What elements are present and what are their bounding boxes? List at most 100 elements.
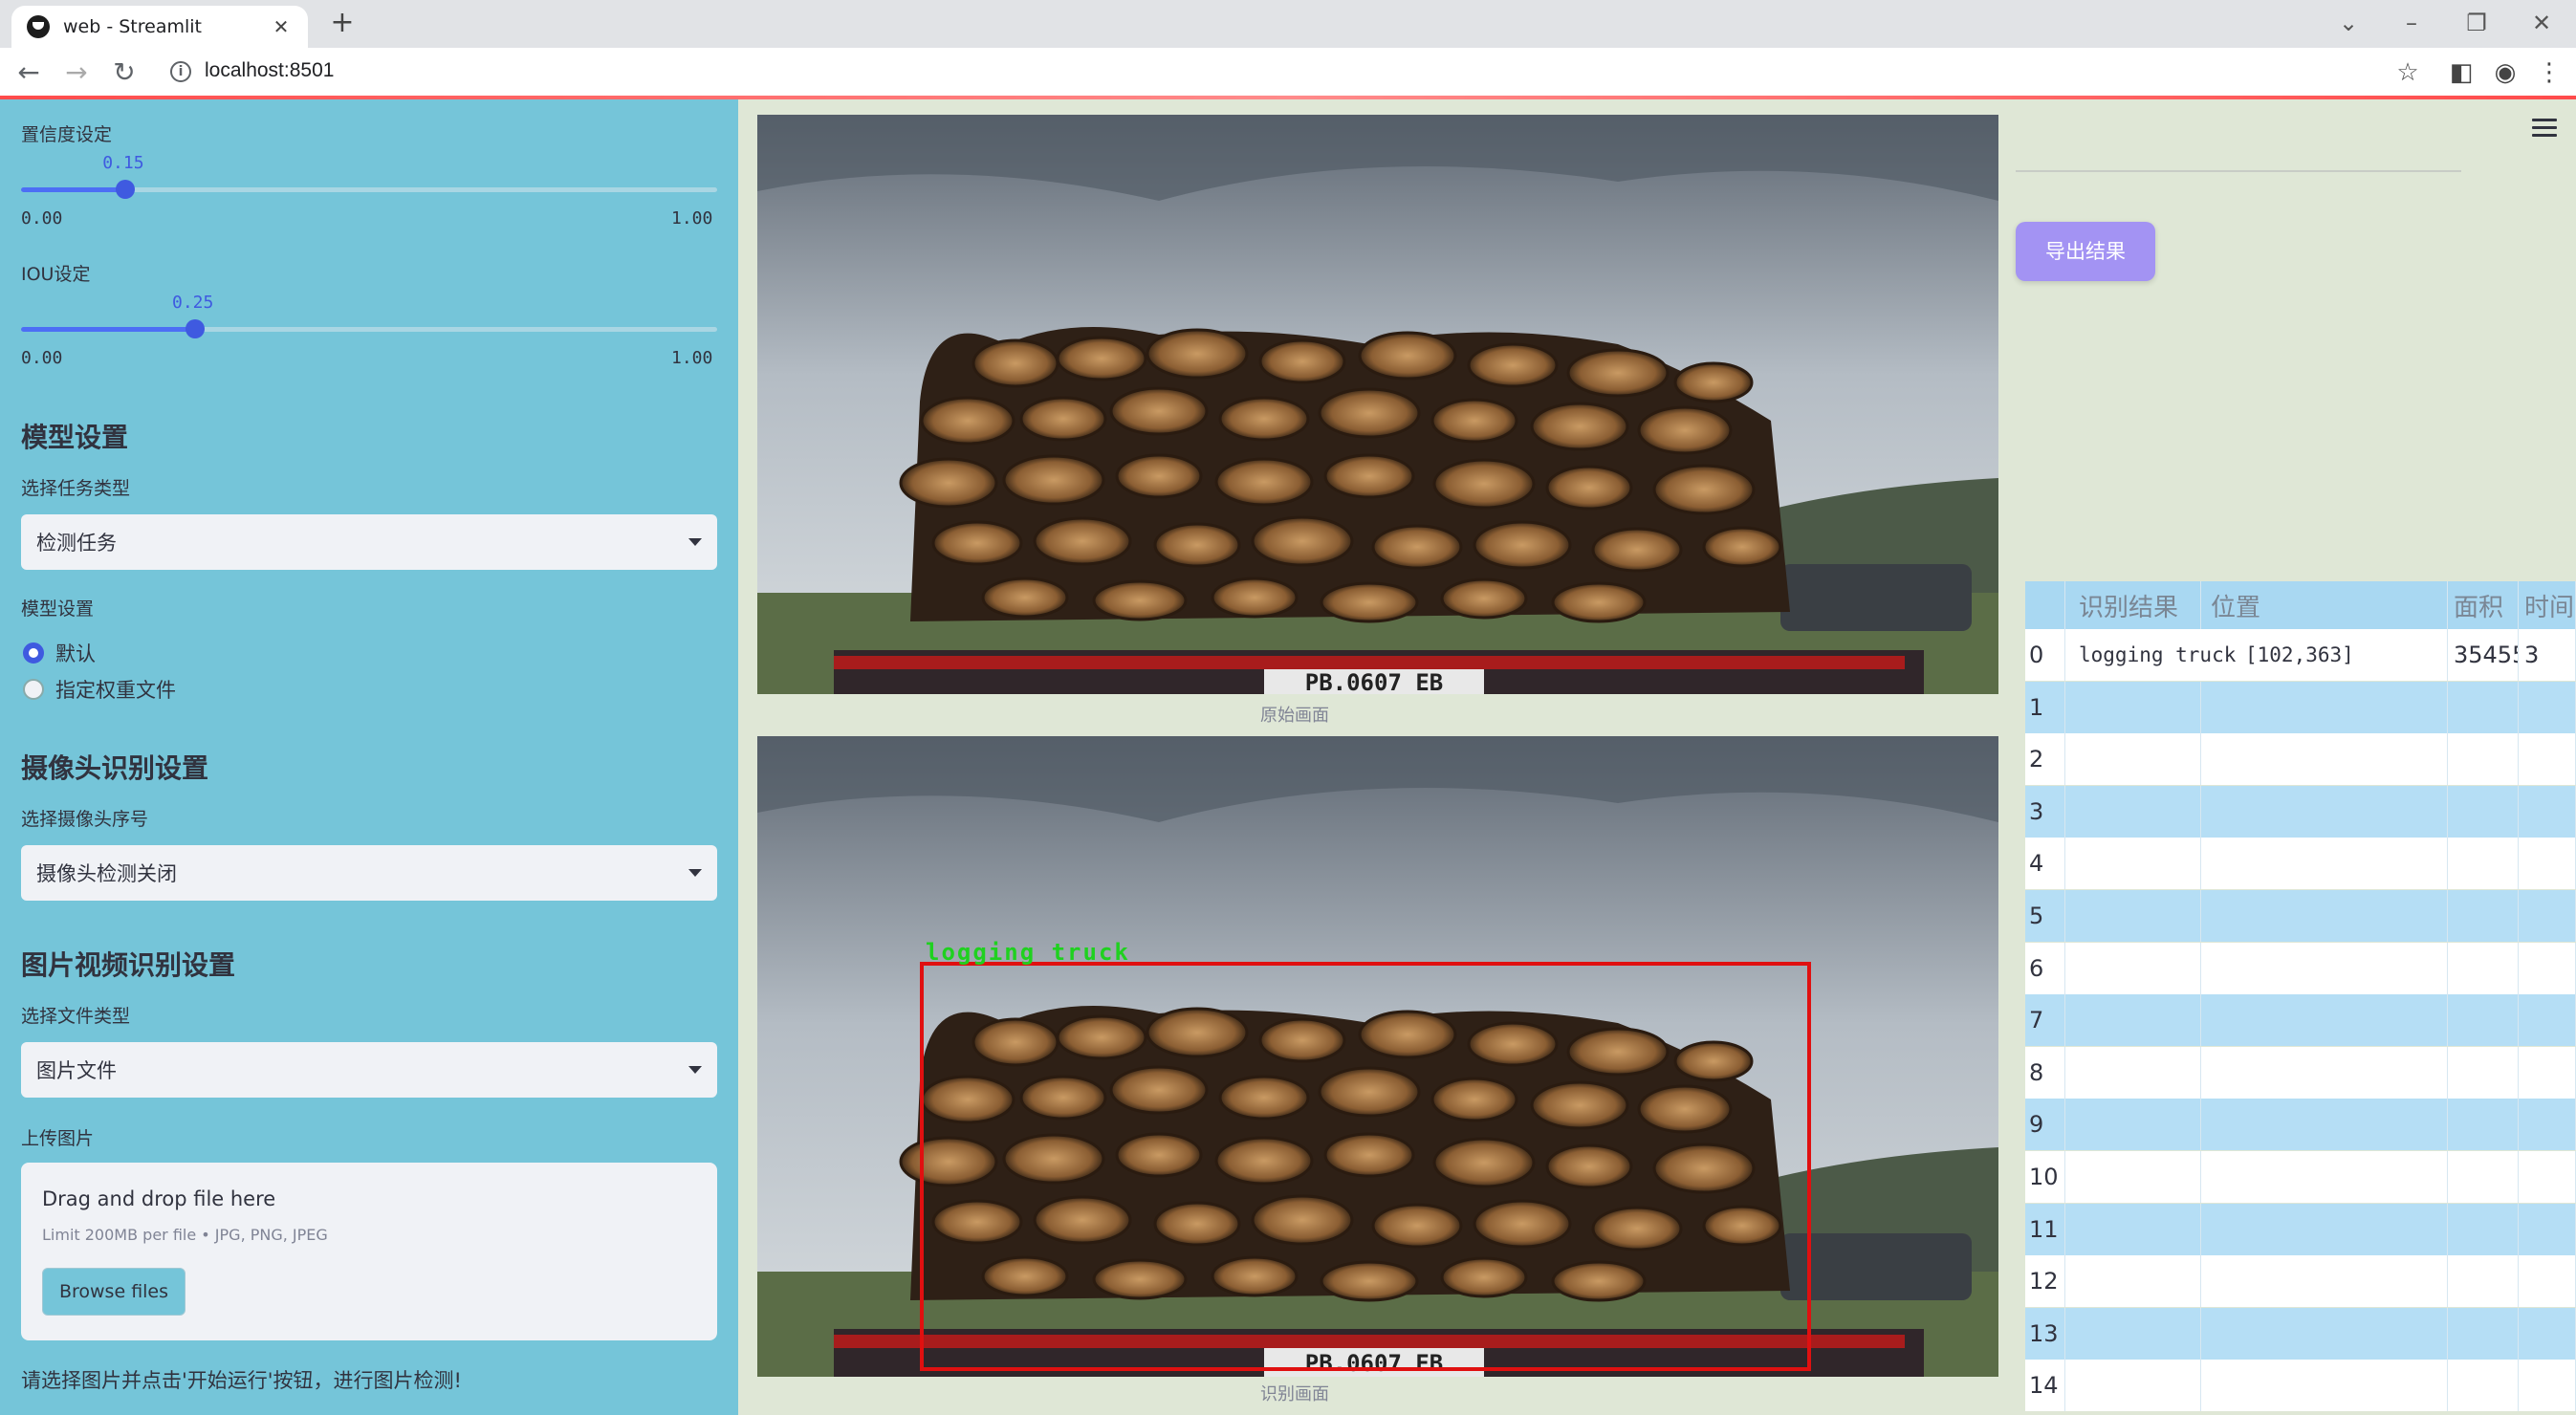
table-row[interactable]: 9 — [2025, 1099, 2576, 1151]
back-icon[interactable]: ← — [11, 55, 46, 90]
file-type-label: 选择文件类型 — [21, 1006, 131, 1027]
browser-menu-icon[interactable]: ⋮ — [2532, 55, 2566, 90]
table-row[interactable]: 1 — [2025, 681, 2576, 733]
minimize-icon[interactable]: – — [2392, 6, 2431, 40]
hamburger-menu-icon[interactable] — [2532, 119, 2557, 140]
table-cell-index: 0 — [2025, 629, 2065, 681]
file-type-select[interactable]: 图片文件 — [21, 1042, 717, 1098]
table-cell-index: 5 — [2025, 890, 2065, 942]
tab-search-chevron-icon[interactable]: ⌄ — [2329, 6, 2368, 40]
table-cell-time — [2519, 890, 2576, 942]
forward-icon[interactable]: → — [59, 55, 94, 90]
close-tab-icon[interactable]: ✕ — [270, 15, 293, 38]
profile-avatar-icon[interactable]: ◉ — [2488, 55, 2522, 90]
table-cell-result — [2065, 1203, 2201, 1255]
table-row[interactable]: 10 — [2025, 1151, 2576, 1203]
confidence-slider-thumb[interactable] — [116, 180, 136, 199]
result-caption: 识别画面 — [1260, 1384, 1329, 1404]
table-cell-result — [2065, 890, 2201, 942]
table-cell-index: 3 — [2025, 785, 2065, 838]
table-row[interactable]: 12 — [2025, 1255, 2576, 1308]
table-cell-index: 8 — [2025, 1046, 2065, 1099]
bookmark-star-icon[interactable]: ☆ — [2390, 55, 2425, 90]
export-results-button[interactable]: 导出结果 — [2016, 222, 2155, 281]
site-info-icon[interactable]: i — [170, 61, 191, 82]
table-cell-time — [2519, 1307, 2576, 1360]
file-uploader-dropzone[interactable]: Drag and drop file here Limit 200MB per … — [21, 1163, 717, 1340]
table-cell-position — [2201, 1099, 2448, 1151]
table-cell-position — [2201, 994, 2448, 1047]
table-cell-index: 9 — [2025, 1099, 2065, 1151]
reload-icon[interactable]: ↻ — [107, 55, 142, 90]
iou-slider-thumb[interactable] — [186, 319, 205, 338]
browser-tab-bar: web - Streamlit ✕ + ⌄ – ❐ ✕ — [0, 0, 2576, 48]
chevron-down-icon — [688, 538, 702, 546]
table-header-time[interactable]: 时间 — [2519, 581, 2576, 629]
table-row[interactable]: 7 — [2025, 994, 2576, 1047]
radio-custom-weights-label: 指定权重文件 — [55, 679, 176, 702]
table-cell-position — [2201, 1360, 2448, 1412]
chevron-down-icon — [688, 1066, 702, 1074]
result-image: PB.0607 EB — [757, 736, 1998, 1377]
table-row[interactable]: 6 — [2025, 942, 2576, 994]
table-header-row: 识别结果 位置 面积 时间 — [2025, 581, 2576, 629]
chevron-down-icon — [688, 869, 702, 877]
table-cell-index: 2 — [2025, 733, 2065, 786]
table-cell-area — [2448, 1099, 2519, 1151]
radio-custom-weights[interactable]: 指定权重文件 — [23, 675, 176, 704]
table-cell-position — [2201, 1307, 2448, 1360]
table-cell-result — [2065, 994, 2201, 1047]
table-cell-position — [2201, 1151, 2448, 1203]
confidence-slider[interactable] — [21, 180, 717, 199]
table-header-result[interactable]: 识别结果 — [2065, 581, 2201, 629]
table-cell-time: 3 — [2519, 629, 2576, 681]
browse-files-button[interactable]: Browse files — [42, 1268, 186, 1316]
table-cell-time — [2519, 1255, 2576, 1308]
radio-default[interactable]: 默认 — [23, 639, 96, 667]
table-cell-result — [2065, 733, 2201, 786]
iou-label: IOU设定 — [21, 264, 91, 285]
restore-icon[interactable]: ❐ — [2457, 6, 2496, 40]
address-bar: ← → ↻ i localhost:8501 ☆ ◧ ◉ ⋮ — [0, 48, 2576, 98]
confidence-max: 1.00 — [671, 208, 713, 229]
table-cell-position — [2201, 890, 2448, 942]
radio-selected-icon — [23, 642, 44, 664]
table-row[interactable]: 14 — [2025, 1360, 2576, 1412]
table-cell-index: 4 — [2025, 838, 2065, 890]
table-row[interactable]: 8 — [2025, 1046, 2576, 1099]
table-cell-position: [102,363] — [2201, 629, 2448, 681]
tab-title: web - Streamlit — [63, 16, 202, 37]
iou-min: 0.00 — [21, 348, 63, 368]
license-plate-text: PB.0607 EB — [1305, 669, 1444, 694]
table-row[interactable]: 2 — [2025, 733, 2576, 786]
table-row[interactable]: 3 — [2025, 785, 2576, 838]
table-row[interactable]: 4 — [2025, 838, 2576, 890]
table-cell-time — [2519, 733, 2576, 786]
table-row[interactable]: 11 — [2025, 1203, 2576, 1255]
table-row[interactable]: 0logging truck[102,363]3545560.03 — [2025, 629, 2576, 681]
table-row[interactable]: 13 — [2025, 1307, 2576, 1360]
table-header-area[interactable]: 面积 — [2448, 581, 2519, 629]
table-cell-index: 1 — [2025, 681, 2065, 733]
original-caption: 原始画面 — [1260, 706, 1329, 726]
iou-slider[interactable] — [21, 319, 717, 338]
url-field[interactable]: localhost:8501 — [205, 59, 334, 82]
table-cell-area — [2448, 681, 2519, 733]
iou-value: 0.25 — [172, 293, 214, 313]
upload-limit-text: Limit 200MB per file • JPG, PNG, JPEG — [42, 1226, 328, 1244]
task-type-select[interactable]: 检测任务 — [21, 514, 717, 570]
table-cell-result — [2065, 1046, 2201, 1099]
side-panel-icon[interactable]: ◧ — [2444, 55, 2478, 90]
browser-tab[interactable]: web - Streamlit ✕ — [11, 6, 308, 48]
table-cell-time — [2519, 1203, 2576, 1255]
streamlit-favicon-icon — [27, 15, 50, 38]
new-tab-icon[interactable]: + — [325, 6, 360, 40]
original-image: PB.0607 EB — [757, 115, 1998, 694]
window-close-icon[interactable]: ✕ — [2522, 6, 2561, 40]
camera-index-select[interactable]: 摄像头检测关闭 — [21, 845, 717, 901]
table-cell-position — [2201, 733, 2448, 786]
table-cell-result — [2065, 1255, 2201, 1308]
table-row[interactable]: 5 — [2025, 890, 2576, 942]
table-header-position[interactable]: 位置 — [2201, 581, 2448, 629]
table-cell-index: 14 — [2025, 1360, 2065, 1412]
